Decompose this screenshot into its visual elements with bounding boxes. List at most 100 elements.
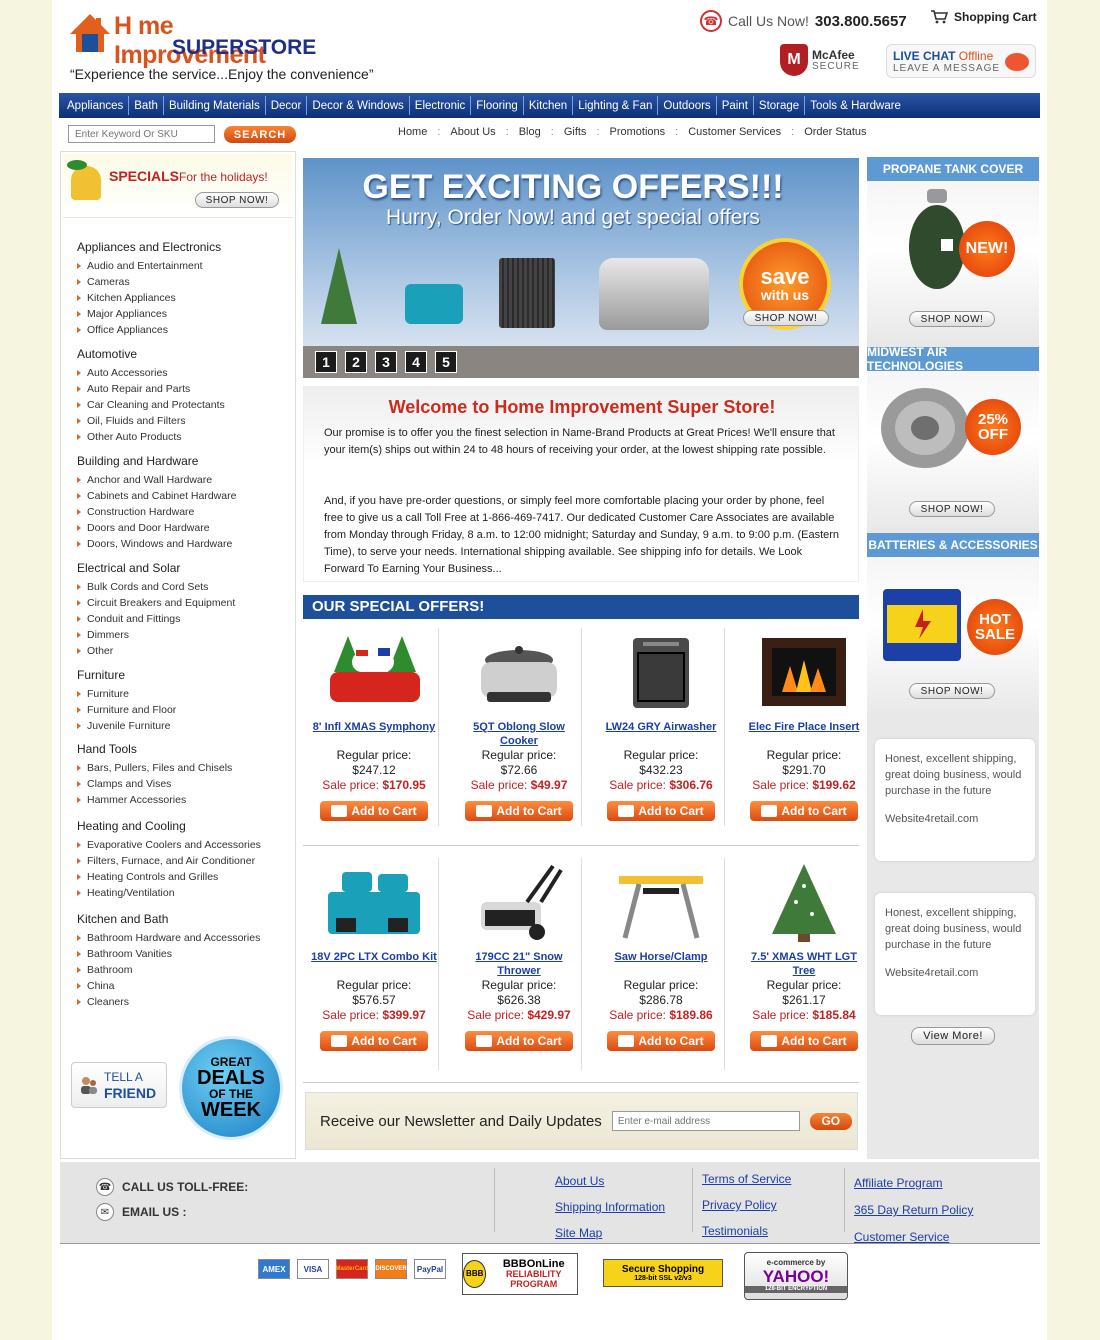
nav-item-decor-windows[interactable]: Decor & Windows <box>307 96 410 115</box>
category-link[interactable]: Filters, Furnace, and Air Conditioner <box>77 853 292 869</box>
mcafee-secure-badge[interactable]: M McAfee SECURE <box>780 44 860 76</box>
footer-link-customer-service[interactable]: Customer Service <box>854 1224 973 1251</box>
category-link[interactable]: Bathroom Vanities <box>77 946 292 962</box>
slide-3-button[interactable]: 3 <box>375 351 397 373</box>
category-link[interactable]: Furniture and Floor <box>77 702 292 718</box>
slide-4-button[interactable]: 4 <box>405 351 427 373</box>
add-to-cart-button[interactable]: Add to Cart <box>320 1031 428 1051</box>
nav-item-decor[interactable]: Decor <box>266 96 308 115</box>
add-to-cart-button[interactable]: Add to Cart <box>607 801 715 821</box>
add-to-cart-button[interactable]: Add to Cart <box>607 1031 715 1051</box>
nav-item-electronic[interactable]: Electronic <box>410 96 472 115</box>
footer-link-return-policy[interactable]: 365 Day Return Policy <box>854 1197 973 1224</box>
newsletter-go-button[interactable]: GO <box>809 1112 852 1130</box>
yahoo-ecommerce-seal[interactable]: e-commerce by YAHOO! 128-BIT ENCRYPTION <box>744 1252 848 1300</box>
category-link[interactable]: Other <box>77 643 292 659</box>
product-image[interactable] <box>309 858 439 946</box>
search-input[interactable] <box>68 125 215 143</box>
top-link-gifts[interactable]: Gifts <box>564 126 587 138</box>
hero-banner[interactable]: GET EXCITING OFFERS!!! Hurry, Order Now!… <box>303 158 859 378</box>
footer-link-terms[interactable]: Terms of Service <box>702 1166 791 1192</box>
tell-a-friend-button[interactable]: TELL A FRIEND <box>71 1062 167 1108</box>
category-link[interactable]: Evaporative Coolers and Accessories <box>77 837 292 853</box>
add-to-cart-button[interactable]: Add to Cart <box>465 801 573 821</box>
slide-1-button[interactable]: 1 <box>315 351 337 373</box>
category-link[interactable]: Heating Controls and Grilles <box>77 869 292 885</box>
category-link[interactable]: Anchor and Wall Hardware <box>77 472 292 488</box>
midwest-shop-now-button[interactable]: SHOP NOW! <box>909 501 995 517</box>
nav-item-kitchen[interactable]: Kitchen <box>524 96 574 115</box>
add-to-cart-button[interactable]: Add to Cart <box>465 1031 573 1051</box>
category-link[interactable]: Audio and Entertainment <box>77 258 292 274</box>
footer-link-affiliate[interactable]: Affiliate Program <box>854 1170 973 1197</box>
top-link-promotions[interactable]: Promotions <box>610 126 666 138</box>
category-link[interactable]: Bathroom Hardware and Accessories <box>77 930 292 946</box>
category-heading[interactable]: Heating and Cooling <box>77 819 292 833</box>
category-link[interactable]: Juvenile Furniture <box>77 718 292 734</box>
product-image[interactable] <box>596 628 726 716</box>
nav-item-appliances[interactable]: Appliances <box>62 96 130 115</box>
product-name-link[interactable]: LW24 GRY Airwasher <box>596 720 726 748</box>
nav-item-flooring[interactable]: Flooring <box>471 96 524 115</box>
category-link[interactable]: Auto Repair and Parts <box>77 381 292 397</box>
promo-box-batteries[interactable]: BATTERIES & ACCESSORIES HOT SALE SHOP NO… <box>867 533 1039 717</box>
footer-link-testimonials[interactable]: Testimonials <box>702 1218 791 1244</box>
top-link-about-us[interactable]: About Us <box>450 126 495 138</box>
category-heading[interactable]: Appliances and Electronics <box>77 240 292 254</box>
category-link[interactable]: Kitchen Appliances <box>77 290 292 306</box>
category-link[interactable]: Bathroom <box>77 962 292 978</box>
product-name-link[interactable]: 179CC 21" Snow Thrower <box>454 950 584 978</box>
category-link[interactable]: Other Auto Products <box>77 429 292 445</box>
product-image[interactable] <box>739 858 869 946</box>
secure-shopping-seal[interactable]: Secure Shopping 128-bit SSL v2/v3 <box>603 1259 723 1287</box>
nav-item-paint[interactable]: Paint <box>717 96 754 115</box>
product-name-link[interactable]: 5QT Oblong Slow Cooker <box>454 720 584 748</box>
category-heading[interactable]: Kitchen and Bath <box>77 912 292 926</box>
category-heading[interactable]: Furniture <box>77 668 292 682</box>
nav-item-building-materials[interactable]: Building Materials <box>164 96 266 115</box>
footer-link-about[interactable]: About Us <box>555 1168 665 1194</box>
category-link[interactable]: China <box>77 978 292 994</box>
shopping-cart-link[interactable]: Shopping Cart <box>930 10 1037 24</box>
category-link[interactable]: Furniture <box>77 686 292 702</box>
category-heading[interactable]: Building and Hardware <box>77 454 292 468</box>
category-link[interactable]: Auto Accessories <box>77 365 292 381</box>
top-link-customer-services[interactable]: Customer Services <box>688 126 781 138</box>
product-image[interactable] <box>309 628 439 716</box>
category-link[interactable]: Bars, Pullers, Files and Chisels <box>77 760 292 776</box>
nav-item-storage[interactable]: Storage <box>754 96 806 115</box>
category-link[interactable]: Major Appliances <box>77 306 292 322</box>
deals-of-the-week-badge[interactable]: GREAT DEALS OF THE WEEK <box>179 1036 283 1140</box>
category-link[interactable]: Doors and Door Hardware <box>77 520 292 536</box>
product-name-link[interactable]: 7.5' XMAS WHT LGT Tree <box>739 950 869 978</box>
nav-item-bath[interactable]: Bath <box>129 96 164 115</box>
search-button[interactable]: SEARCH <box>224 126 296 143</box>
product-image[interactable] <box>739 628 869 716</box>
slide-5-button[interactable]: 5 <box>435 351 457 373</box>
category-link[interactable]: Circuit Breakers and Equipment <box>77 595 292 611</box>
nav-item-tools-hardware[interactable]: Tools & Hardware <box>805 96 906 115</box>
category-link[interactable]: Bulk Cords and Cord Sets <box>77 579 292 595</box>
category-link[interactable]: Conduit and Fittings <box>77 611 292 627</box>
live-chat-button[interactable]: LIVE CHAT Offline LEAVE A MESSAGE <box>886 44 1036 78</box>
bbb-online-seal[interactable]: BBB BBBOnLine RELIABILITY PROGRAM <box>462 1253 578 1295</box>
category-link[interactable]: Office Appliances <box>77 322 292 338</box>
product-name-link[interactable]: Saw Horse/Clamp <box>596 950 726 978</box>
holiday-specials-banner[interactable]: SPECIALS For the holidays! SHOP NOW! <box>63 154 293 218</box>
category-heading[interactable]: Electrical and Solar <box>77 561 292 575</box>
promo-box-midwest[interactable]: MIDWEST AIR TECHNOLOGIES 25% OFF SHOP NO… <box>867 345 1039 531</box>
category-link[interactable]: Car Cleaning and Protectants <box>77 397 292 413</box>
batteries-shop-now-button[interactable]: SHOP NOW! <box>909 683 995 699</box>
category-heading[interactable]: Automotive <box>77 347 292 361</box>
propane-shop-now-button[interactable]: SHOP NOW! <box>909 311 995 327</box>
specials-shop-now-button[interactable]: SHOP NOW! <box>195 192 279 208</box>
slide-2-button[interactable]: 2 <box>345 351 367 373</box>
footer-link-shipping[interactable]: Shipping Information <box>555 1194 665 1220</box>
category-link[interactable]: Cleaners <box>77 994 292 1010</box>
category-link[interactable]: Clamps and Vises <box>77 776 292 792</box>
top-link-blog[interactable]: Blog <box>519 126 541 138</box>
category-link[interactable]: Hammer Accessories <box>77 792 292 808</box>
product-image[interactable] <box>596 858 726 946</box>
top-link-order-status[interactable]: Order Status <box>804 126 866 138</box>
footer-link-privacy[interactable]: Privacy Policy <box>702 1192 791 1218</box>
